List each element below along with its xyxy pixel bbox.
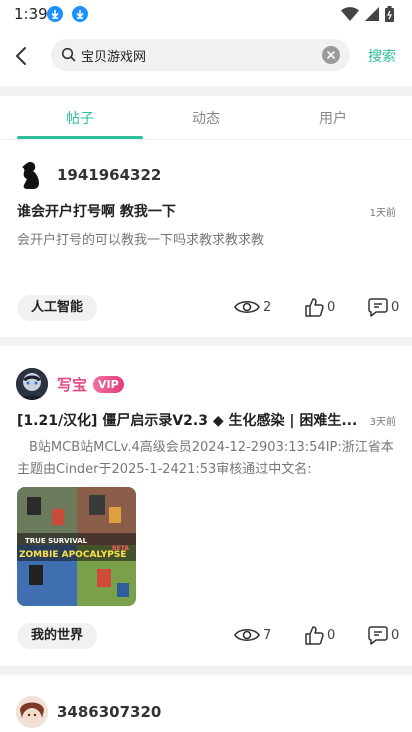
- post-content: 会开户打号的可以教我一下吗求教求教求教: [17, 233, 265, 248]
- wifi-icon: [341, 7, 359, 21]
- signal-icon: [365, 7, 379, 21]
- battery-icon: [385, 6, 394, 22]
- eye-icon: [234, 300, 260, 314]
- thumb-caption-line-1: TRUE SURVIVAL: [25, 537, 88, 545]
- post-time: 3天前: [369, 417, 396, 428]
- thumb-caption-line-3: BETA: [112, 545, 129, 552]
- author-name: 写宝: [57, 375, 88, 394]
- post-card[interactable]: 写宝 VIP [1.21/汉化] 僵尸启示录V2.3 ◆ 生化感染 | 困难生.…: [0, 346, 412, 666]
- view-count-value: 2: [263, 299, 272, 315]
- tab-posts[interactable]: 帖子: [66, 108, 94, 128]
- avatar: [16, 159, 48, 191]
- status-icons: [341, 6, 394, 22]
- divider: [0, 337, 412, 346]
- search-header: 宝贝游戏网 搜索: [0, 30, 412, 82]
- download-notification-icon: [47, 6, 63, 22]
- like-count-value: 0: [327, 299, 336, 315]
- download-notification-icon: [72, 6, 88, 22]
- like-button[interactable]: 0: [304, 625, 335, 645]
- post-thumbnail[interactable]: TRUE SURVIVAL ZOMBIE APOCALYPSE BETA: [17, 487, 136, 606]
- search-icon: [61, 47, 76, 62]
- status-time: 1:39: [14, 5, 48, 23]
- back-button[interactable]: [8, 40, 36, 70]
- post-card[interactable]: 3486307320: [0, 675, 412, 732]
- thumb-caption-line-2: ZOMBIE APOCALYPSE: [19, 550, 126, 560]
- view-count: 2: [234, 298, 271, 316]
- tab-bar: 帖子 动态 用户: [0, 96, 412, 140]
- divider: [0, 666, 412, 675]
- comment-count-value: 0: [391, 299, 400, 315]
- divider: [0, 86, 412, 96]
- post-time: 1天前: [369, 208, 396, 219]
- post-card[interactable]: 1941964322 谁会开户打号啊 教我一下 1天前 会开户打号的可以教我一下…: [0, 141, 412, 337]
- author-name: 1941964322: [57, 166, 162, 184]
- comment-icon: [368, 626, 388, 645]
- comment-button[interactable]: 0: [368, 625, 399, 645]
- thumbs-up-icon: [305, 298, 324, 317]
- post-tag[interactable]: 人工智能: [17, 295, 98, 321]
- view-count: 7: [234, 626, 271, 644]
- search-query: 宝贝游戏网: [81, 50, 147, 65]
- back-arrow-icon: [16, 47, 26, 65]
- post-content: B站MCB站MCLv.4高级会员2024-12-2903:13:54IP:浙江省…: [17, 440, 394, 477]
- thumbs-up-icon: [305, 626, 324, 645]
- like-button[interactable]: 0: [304, 297, 335, 317]
- like-count-value: 0: [327, 627, 336, 643]
- post-author[interactable]: 写宝 VIP: [16, 366, 124, 402]
- post-title: 谁会开户打号啊 教我一下: [17, 204, 176, 220]
- clear-search-button[interactable]: [322, 46, 340, 64]
- post-author[interactable]: 3486307320: [16, 694, 161, 730]
- post-title: [1.21/汉化] 僵尸启示录V2.3 ◆ 生化感染 | 困难生...: [17, 413, 358, 429]
- comment-icon: [368, 298, 388, 317]
- comment-count-value: 0: [391, 627, 400, 643]
- post-tag[interactable]: 我的世界: [17, 623, 98, 649]
- tab-activity[interactable]: 动态: [192, 108, 220, 128]
- post-author[interactable]: 1941964322: [16, 157, 161, 193]
- search-submit-button[interactable]: 搜索: [368, 46, 396, 66]
- status-bar: 1:39: [0, 0, 412, 30]
- avatar: [16, 368, 48, 400]
- comment-button[interactable]: 0: [368, 297, 399, 317]
- close-icon: [327, 51, 335, 59]
- eye-icon: [234, 628, 260, 642]
- view-count-value: 7: [263, 627, 272, 643]
- author-name: 3486307320: [57, 703, 162, 721]
- active-tab-indicator: [17, 136, 143, 139]
- avatar: [16, 696, 48, 728]
- tab-users[interactable]: 用户: [319, 108, 347, 128]
- search-input[interactable]: 宝贝游戏网: [51, 39, 350, 71]
- vip-badge: VIP: [93, 375, 124, 393]
